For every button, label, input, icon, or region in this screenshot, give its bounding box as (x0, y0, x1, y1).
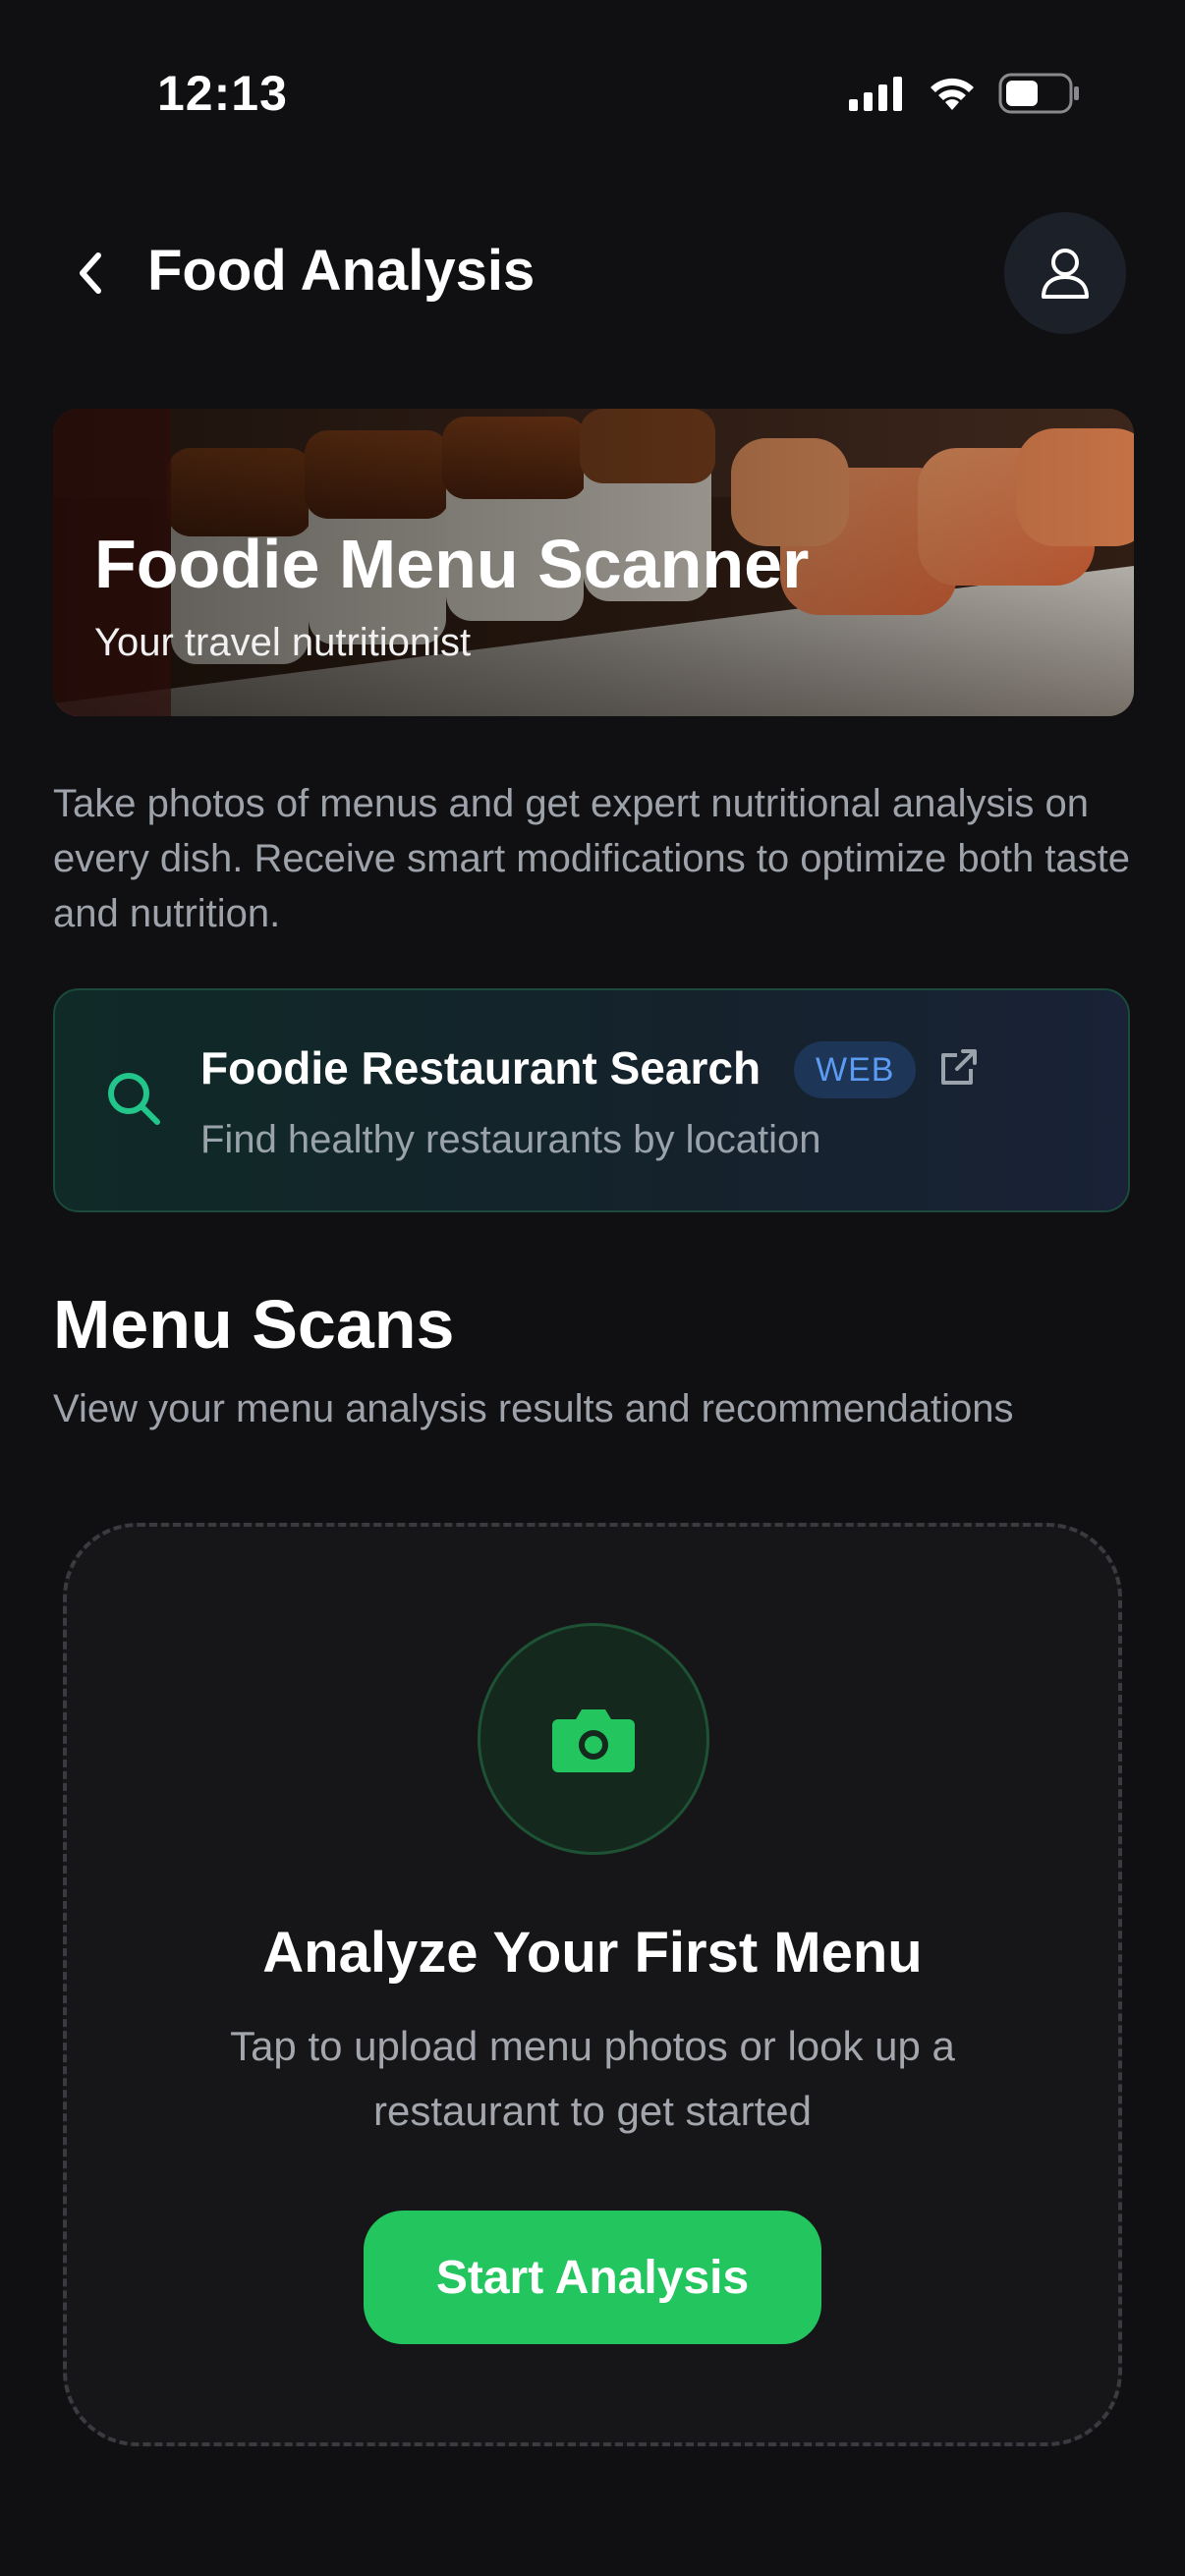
battery-icon (998, 73, 1079, 114)
user-icon (1042, 249, 1089, 299)
search-icon (104, 1069, 163, 1133)
empty-state-card[interactable]: Analyze Your First Menu Tap to upload me… (63, 1523, 1122, 2446)
empty-state-subtitle: Tap to upload menu photos or look up a r… (230, 2023, 955, 2134)
hero-title: Foodie Menu Scanner (94, 526, 810, 602)
camera-icon (552, 1709, 635, 1772)
status-time: 12:13 (157, 66, 288, 121)
restaurant-search-card[interactable]: Foodie Restaurant Search WEB Find health… (53, 988, 1130, 1212)
back-button[interactable] (59, 236, 122, 310)
camera-button[interactable] (478, 1623, 709, 1855)
wifi-icon (931, 78, 974, 110)
external-link-icon (937, 1045, 981, 1093)
profile-button[interactable] (1004, 212, 1126, 334)
chevron-left-icon (80, 252, 101, 294)
hero-subtitle: Your travel nutritionist (94, 621, 472, 664)
menu-scans-title: Menu Scans (53, 1286, 455, 1363)
menu-scans-subtitle: View your menu analysis results and reco… (53, 1387, 1014, 1430)
restaurant-search-subtitle: Find healthy restaurants by location (200, 1118, 821, 1161)
web-badge: WEB (794, 1041, 917, 1098)
status-icons (847, 73, 1081, 114)
intro-description: Take photos of menus and get expert nutr… (53, 782, 1131, 935)
restaurant-search-title: Foodie Restaurant Search (200, 1042, 762, 1093)
empty-state-title: Analyze Your First Menu (262, 1921, 923, 1985)
hero-banner: Foodie Menu Scanner Your travel nutritio… (53, 409, 1134, 716)
start-analysis-button[interactable]: Start Analysis (364, 2211, 821, 2344)
signal-icon (849, 77, 902, 111)
page-title: Food Analysis (147, 239, 536, 303)
